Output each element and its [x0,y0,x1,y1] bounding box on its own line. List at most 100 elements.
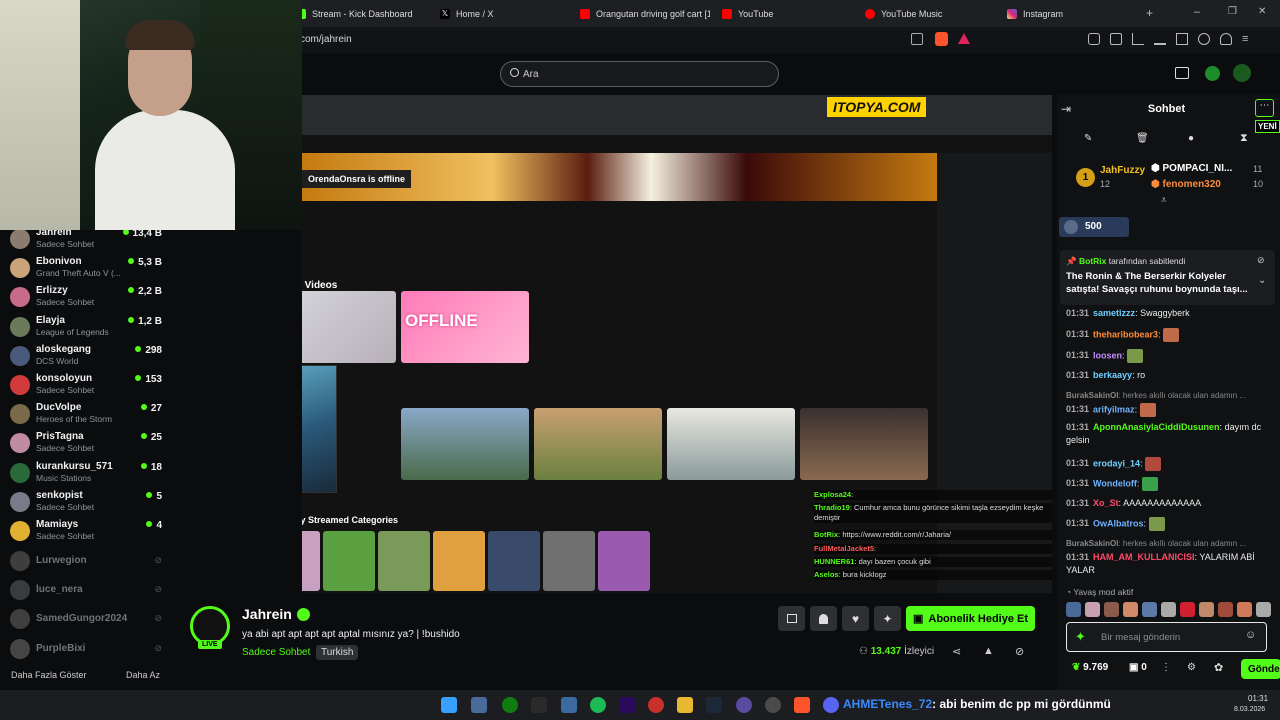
chat-username[interactable]: theharibobear3 [1093,329,1158,339]
mute-icon[interactable]: ⊘ [1015,645,1024,658]
notification-button[interactable] [810,606,837,631]
language-tag[interactable]: Turkish [316,645,359,660]
chat-message[interactable]: BurakSakinOl: herkes akıllı olacak ulan … [1066,537,1272,550]
tab-x-home[interactable]: 𝕏 Home / X [440,3,568,25]
bookmarks-icon[interactable] [1132,33,1144,45]
chat-message[interactable]: 01:31 berkaayy: ro [1066,369,1272,382]
chat-username[interactable]: Wondeloff [1093,478,1137,488]
emote-icon[interactable] [1104,602,1119,617]
sidebar-channel[interactable]: Mamiays Sadece Sohbet 4 [10,518,162,544]
top-gifter-name[interactable]: ⬢ POMPACI_NI... [1151,163,1232,174]
boost-button[interactable]: ✦ [874,606,901,631]
top-gifter-name[interactable]: JahFuzzy [1100,165,1145,176]
chat-username[interactable]: erodayi_14 [1093,458,1140,468]
emoji-icon[interactable]: ☺ [1245,629,1256,641]
emote-icon[interactable] [1199,602,1214,617]
steam-icon[interactable] [706,697,722,713]
chat-bubble-icon[interactable]: ● [1188,133,1194,144]
top-gifter-name[interactable]: ⬢ fenomen320 [1151,179,1221,190]
chat-username[interactable]: BurakSakinOl [1066,391,1118,400]
category-thumbnail[interactable] [323,531,375,591]
chat-message[interactable]: 01:31 HAM_AM_KULLANICISI: YALARIM ABİ YAL… [1066,551,1272,577]
gift-count[interactable]: ▣ 0 [1129,662,1147,673]
category-thumbnail[interactable] [543,531,595,591]
show-less-button[interactable]: Daha Az [126,670,160,680]
tab-youtube[interactable]: YouTube [722,3,850,25]
download-icon[interactable] [1154,33,1166,45]
close-window-button[interactable]: ✕ [1258,6,1266,17]
expand-leaderboard-icon[interactable]: ⩡ [1161,195,1167,206]
app-icon[interactable] [471,697,487,713]
brave-rewards-icon[interactable] [958,33,970,44]
notifications-off-icon[interactable]: ⊘ [154,643,162,654]
emote-menu-icon[interactable]: ✿ [1214,661,1223,674]
notifications-off-icon[interactable]: ⊘ [154,555,162,566]
wallet-icon[interactable] [1198,33,1210,45]
start-icon[interactable] [441,697,457,713]
category-thumbnail[interactable] [302,531,320,591]
vpn-icon[interactable] [1220,33,1232,45]
screenshot-icon[interactable] [1110,33,1122,45]
video-thumbnail[interactable]: OFFLINE [401,291,529,363]
sidebar-channel[interactable]: Elayja League of Legends 1,2 B [10,314,162,340]
emote-icon[interactable] [1085,602,1100,617]
chat-username[interactable]: arifyilmaz [1093,404,1135,414]
category-thumbnail[interactable] [378,531,430,591]
chat-message[interactable]: 01:31 AponnAnasiylaCiddiDusunen: dayım dc… [1066,421,1272,447]
trash-icon[interactable]: 🗑 [1136,133,1149,144]
app-icon[interactable] [648,697,664,713]
search-bar[interactable]: Ara [500,61,779,87]
premiere-icon[interactable] [619,697,635,713]
chat-username[interactable]: sametizzz [1093,308,1135,318]
notifications-off-icon[interactable]: ⊘ [154,584,162,595]
sidebar-channel[interactable]: konsoloyun Sadece Sohbet 153 [10,372,162,398]
sidebar-channel-offline[interactable]: PurpleBixi ⊘ [10,636,162,662]
tab-orangutan-video[interactable]: Orangutan driving golf cart [1( [580,3,710,25]
chat-message[interactable]: 01:31 Wondeloff: [1066,477,1272,491]
chevron-down-icon[interactable]: ⌄ [1258,275,1266,286]
chat-username[interactable]: Xo_St [1093,498,1119,508]
sidebar-channel[interactable]: aloskegang DCS World 298 [10,343,162,369]
calculator-icon[interactable] [561,697,577,713]
minimize-button[interactable]: – [1194,6,1200,18]
spotify-icon[interactable] [590,697,606,713]
emote-icon[interactable] [1066,602,1081,617]
timeout-icon[interactable]: ⧗ [1240,132,1248,145]
chat-message[interactable]: 01:31 arifyilmaz: [1066,403,1272,417]
tab-youtube-music[interactable]: YouTube Music [865,3,993,25]
theater-mode-icon[interactable] [1175,67,1189,79]
emote-icon[interactable] [1142,602,1157,617]
new-tab-button[interactable]: + [1146,6,1153,20]
points-balance[interactable]: ❦ 9.769 [1072,662,1108,673]
video-thumbnail[interactable] [534,408,662,480]
sidebar-channel[interactable]: DucVolpe Heroes of the Storm 27 [10,401,162,427]
chat-message[interactable]: 01:31 loosen: [1066,349,1272,363]
video-thumbnail[interactable] [302,291,396,363]
menu-icon[interactable]: ≡ [1242,33,1254,45]
brave-icon[interactable] [794,697,810,713]
kick-points-icon[interactable] [1205,66,1220,81]
emote-icon[interactable] [1123,602,1138,617]
video-thumbnail[interactable] [401,408,529,480]
report-icon[interactable]: ▲ [983,645,994,657]
show-more-button[interactable]: Daha Fazla Göster [11,670,87,680]
gift-subscription-button[interactable]: ▣ Abonelik Hediye Et [906,606,1035,631]
follow-button[interactable]: ♥ [842,606,869,631]
channel-points-pill[interactable]: 500 [1059,217,1129,237]
chat-message[interactable]: 01:31 sametizzz: Swaggyberk [1066,307,1272,320]
sidebar-channel-offline[interactable]: Lurwegion ⊘ [10,548,162,574]
chat-message[interactable]: 01:31 Xo_St: AAAAAAAAAAAAA [1066,497,1272,510]
epic-games-icon[interactable] [531,697,547,713]
unpin-icon[interactable]: ⊘ [1257,255,1265,266]
chat-input[interactable]: ✦ Bir mesaj gönderin ☺ [1066,622,1267,652]
sidebar-channel[interactable]: Erlizzy Sadece Sohbet 2,2 B [10,284,162,310]
sidebar-channel-offline[interactable]: luce_nera ⊘ [10,577,162,603]
streamer-name[interactable]: Jahrein [242,606,292,622]
category-thumbnail[interactable] [433,531,485,591]
video-thumbnail[interactable] [800,408,928,480]
more-options-icon[interactable]: ⋮ [1161,662,1171,673]
search-input[interactable]: Ara [523,69,539,80]
send-button[interactable]: Gönder [1241,659,1280,679]
chat-message[interactable]: BurakSakinOl: herkes akıllı olacak ulan … [1066,389,1272,402]
chat-username[interactable]: BurakSakinOl [1066,539,1118,548]
